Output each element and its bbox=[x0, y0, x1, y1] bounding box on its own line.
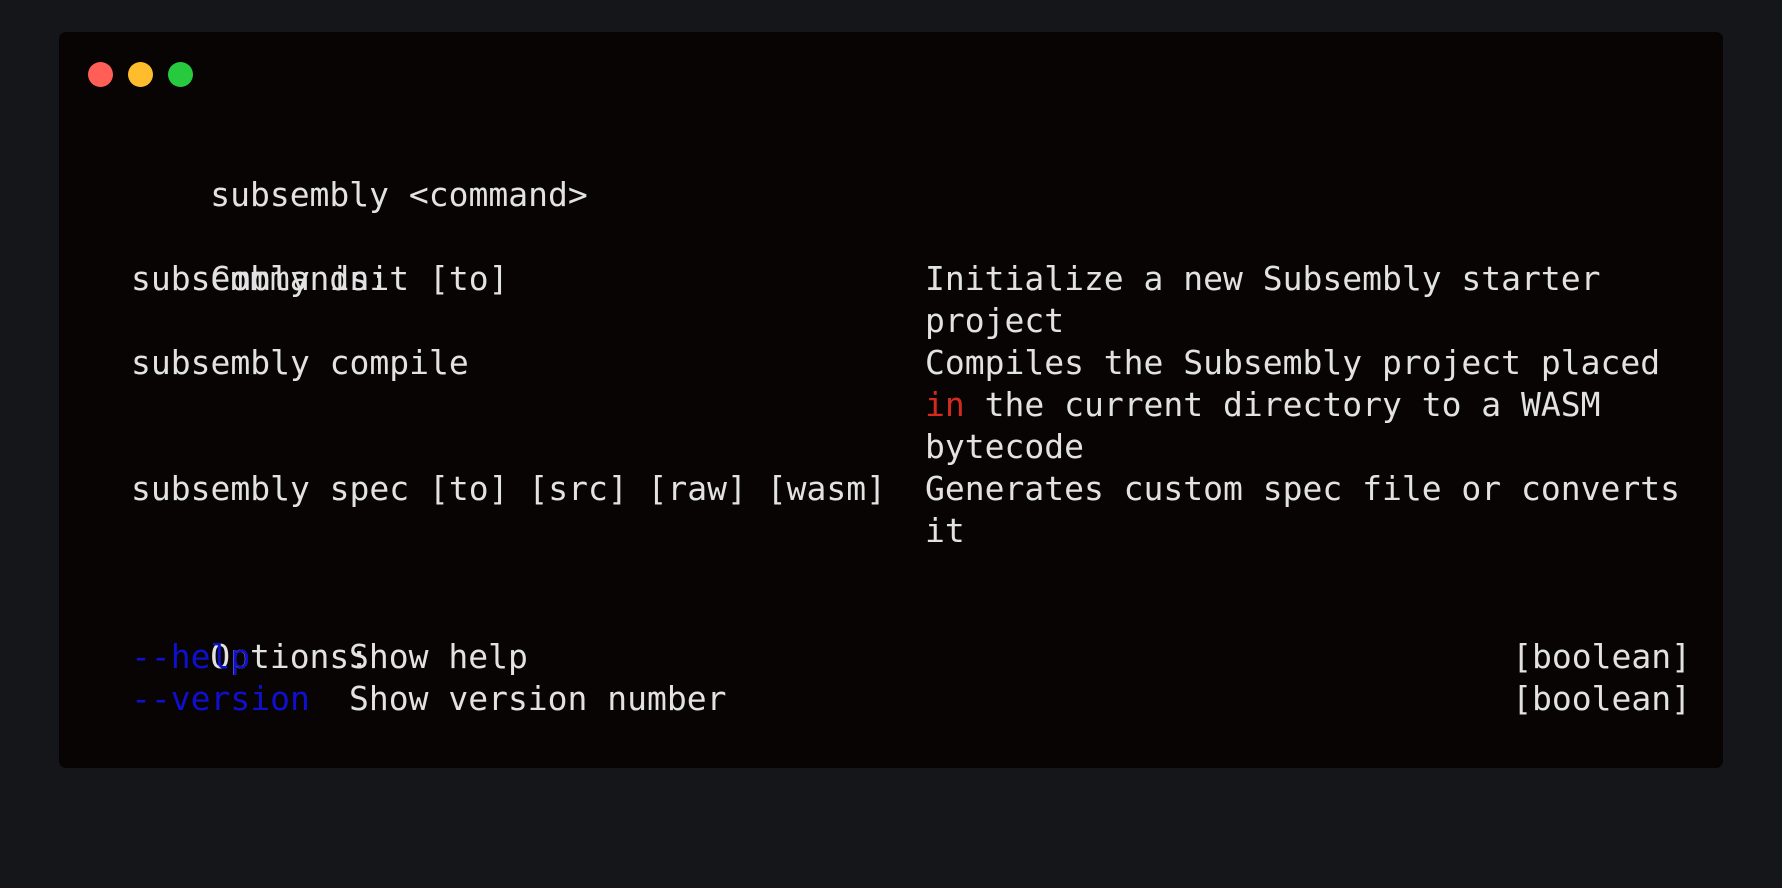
command-description: Initialize a new Subsembly starter bbox=[925, 259, 1601, 298]
command-row: subsembly spec [to] [src] [raw] [wasm] G… bbox=[91, 468, 1691, 510]
command-row: subsembly init [to] Initialize a new Sub… bbox=[91, 258, 1691, 300]
command-name: subsembly spec [to] [src] [raw] [wasm] bbox=[131, 469, 886, 508]
command-description: bytecode bbox=[925, 427, 1084, 466]
command-row-continuation: it bbox=[91, 510, 1691, 552]
option-description: Show help bbox=[349, 637, 528, 676]
option-description: Show version number bbox=[349, 679, 727, 718]
zoom-button[interactable] bbox=[168, 62, 193, 87]
option-row: --help Show help [boolean] bbox=[91, 636, 1691, 678]
commands-header: Commands: bbox=[91, 216, 1691, 298]
command-row-continuation: project bbox=[91, 300, 1691, 342]
minimize-button[interactable] bbox=[128, 62, 153, 87]
command-row-continuation: bytecode bbox=[91, 426, 1691, 468]
command-description: project bbox=[925, 301, 1065, 340]
keyword-in: in bbox=[925, 385, 965, 424]
terminal-window: subsembly <command> Commands: subsembly … bbox=[59, 32, 1723, 768]
option-row: --version Show version number [boolean] bbox=[91, 678, 1691, 720]
command-description: in the current directory to a WASM bbox=[925, 384, 1601, 426]
command-row: subsembly compile Compiles the Subsembly… bbox=[91, 342, 1691, 384]
command-description: it bbox=[925, 511, 965, 550]
option-flag: --version bbox=[131, 679, 310, 718]
command-name: subsembly compile bbox=[131, 343, 469, 382]
command-description: Compiles the Subsembly project placed bbox=[925, 343, 1661, 382]
usage-line: subsembly <command> bbox=[91, 132, 1691, 214]
option-type: [boolean] bbox=[1512, 679, 1691, 718]
command-description: Generates custom spec file or converts bbox=[925, 469, 1680, 508]
close-button[interactable] bbox=[88, 62, 113, 87]
terminal-output: subsembly <command> Commands: subsembly … bbox=[91, 132, 1691, 720]
option-flag: --help bbox=[131, 637, 251, 676]
usage-text: subsembly <command> bbox=[210, 175, 588, 214]
command-name: subsembly init [to] bbox=[131, 259, 509, 298]
command-description-rest: the current directory to a WASM bbox=[964, 385, 1601, 424]
option-type: [boolean] bbox=[1512, 637, 1691, 676]
options-header: Options: bbox=[91, 594, 1691, 676]
command-row-continuation: in the current directory to a WASM bbox=[91, 384, 1691, 426]
